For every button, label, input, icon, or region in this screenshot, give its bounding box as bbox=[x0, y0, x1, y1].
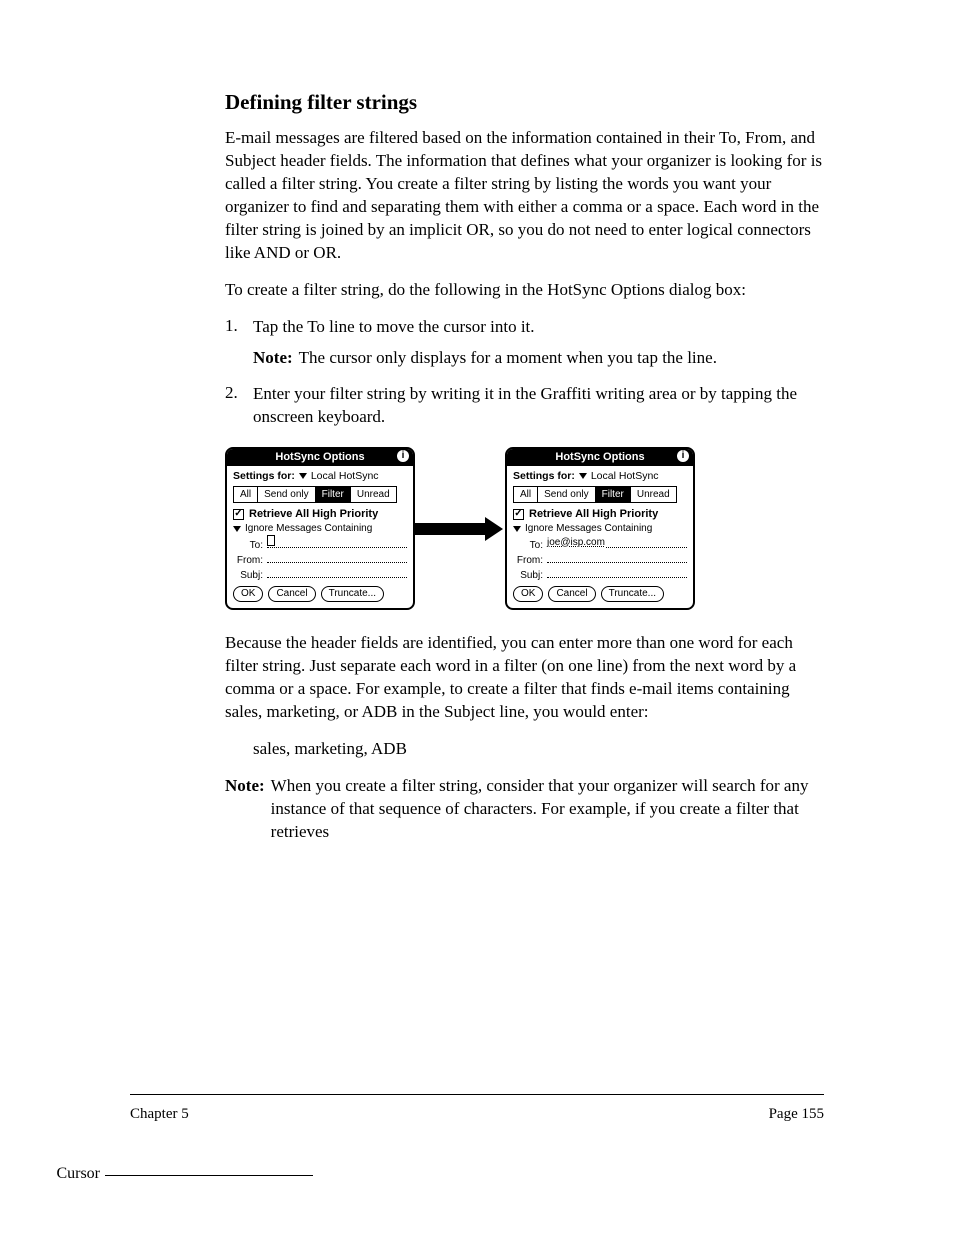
footer-left: Chapter 5 bbox=[130, 1106, 189, 1123]
cancel-button[interactable]: Cancel bbox=[268, 586, 315, 602]
settings-for-row: Settings for: Local HotSync bbox=[513, 470, 687, 482]
dropdown-label: Ignore Messages Containing bbox=[525, 523, 652, 534]
checkbox-icon[interactable]: ✓ bbox=[233, 509, 244, 520]
hotsync-dialog-right: HotSync Options i Settings for: Local Ho… bbox=[505, 447, 695, 610]
subj-input[interactable] bbox=[267, 568, 407, 578]
tab-all[interactable]: All bbox=[234, 487, 258, 502]
from-label: From: bbox=[513, 555, 547, 566]
footer-right: Page 155 bbox=[769, 1106, 824, 1123]
to-label: To: bbox=[513, 540, 547, 551]
tab-send-only[interactable]: Send only bbox=[538, 487, 595, 502]
ok-button[interactable]: OK bbox=[513, 586, 543, 602]
figure-row: HotSync Options i Settings for: Local Ho… bbox=[225, 447, 824, 610]
subj-label: Subj: bbox=[233, 570, 267, 581]
checkbox-icon[interactable]: ✓ bbox=[513, 509, 524, 520]
footer-rule bbox=[130, 1094, 824, 1095]
truncate-button[interactable]: Truncate... bbox=[321, 586, 384, 602]
text-cursor bbox=[267, 535, 275, 546]
filter-string-example: sales, marketing, ADB bbox=[253, 738, 824, 761]
from-input[interactable] bbox=[267, 553, 407, 563]
hotsync-dialog-left: HotSync Options i Settings for: Local Ho… bbox=[225, 447, 415, 610]
note-label: Note: bbox=[253, 347, 293, 370]
step-2: 2. Enter your filter string by writing i… bbox=[225, 383, 824, 429]
step-text: Enter your filter string by writing it i… bbox=[253, 383, 824, 429]
tab-all[interactable]: All bbox=[514, 487, 538, 502]
to-input[interactable]: joe@isp.com bbox=[547, 538, 687, 548]
subj-field-row: Subj: bbox=[513, 568, 687, 581]
ignore-messages-row[interactable]: Ignore Messages Containing bbox=[513, 523, 687, 534]
subj-field-row: Subj: bbox=[233, 568, 407, 581]
page-footer: Chapter 5 Page 155 bbox=[130, 1106, 824, 1123]
subj-label: Subj: bbox=[513, 570, 547, 581]
tab-bar: All Send only Filter Unread bbox=[513, 486, 677, 503]
ignore-messages-row[interactable]: Ignore Messages Containing bbox=[233, 523, 407, 534]
tab-send-only[interactable]: Send only bbox=[258, 487, 315, 502]
step-1: 1. Tap the To line to move the cursor in… bbox=[225, 316, 824, 339]
arrow-right-icon bbox=[415, 520, 505, 538]
from-label: From: bbox=[233, 555, 267, 566]
section-heading: Defining filter strings bbox=[225, 90, 824, 115]
step-1-note: Note: The cursor only displays for a mom… bbox=[253, 347, 824, 370]
truncate-button[interactable]: Truncate... bbox=[601, 586, 664, 602]
to-input[interactable] bbox=[267, 538, 407, 548]
settings-for-value[interactable]: Local HotSync bbox=[311, 470, 379, 482]
cancel-button[interactable]: Cancel bbox=[548, 586, 595, 602]
ok-button[interactable]: OK bbox=[233, 586, 263, 602]
step-number: 2. bbox=[225, 383, 253, 429]
paragraph-after-figure: Because the header fields are identified… bbox=[225, 632, 824, 724]
dropdown-label: Ignore Messages Containing bbox=[245, 523, 372, 534]
from-input[interactable] bbox=[547, 553, 687, 563]
to-field-row: To: joe@isp.com bbox=[513, 538, 687, 551]
button-row: OK Cancel Truncate... bbox=[233, 586, 407, 602]
procedure-heading: To create a filter string, do the follow… bbox=[225, 279, 824, 302]
tab-bar: All Send only Filter Unread bbox=[233, 486, 397, 503]
dropdown-triangle-icon bbox=[233, 526, 241, 532]
to-value: joe@isp.com bbox=[547, 537, 605, 548]
cursor-leader-line bbox=[105, 1175, 313, 1176]
settings-for-row: Settings for: Local HotSync bbox=[233, 470, 407, 482]
note-text: The cursor only displays for a moment wh… bbox=[299, 347, 717, 370]
dropdown-triangle-icon[interactable] bbox=[299, 473, 307, 479]
from-field-row: From: bbox=[513, 553, 687, 566]
tab-unread[interactable]: Unread bbox=[351, 487, 396, 502]
button-row: OK Cancel Truncate... bbox=[513, 586, 687, 602]
from-field-row: From: bbox=[233, 553, 407, 566]
step-text: Tap the To line to move the cursor into … bbox=[253, 316, 824, 339]
info-icon[interactable]: i bbox=[397, 450, 409, 462]
dialog-title: HotSync Options i bbox=[227, 449, 413, 466]
note-label: Note: bbox=[225, 775, 265, 844]
tab-filter[interactable]: Filter bbox=[596, 487, 631, 502]
step-number: 1. bbox=[225, 316, 253, 339]
checkbox-label: Retrieve All High Priority bbox=[249, 508, 378, 520]
paragraph-intro: E-mail messages are filtered based on th… bbox=[225, 127, 824, 265]
retrieve-priority-row: ✓ Retrieve All High Priority bbox=[513, 508, 687, 520]
dropdown-triangle-icon[interactable] bbox=[579, 473, 587, 479]
tab-filter[interactable]: Filter bbox=[316, 487, 351, 502]
checkbox-label: Retrieve All High Priority bbox=[529, 508, 658, 520]
to-label: To: bbox=[233, 540, 267, 551]
to-field-row: To: bbox=[233, 538, 407, 551]
settings-for-value[interactable]: Local HotSync bbox=[591, 470, 659, 482]
note-text: When you create a filter string, conside… bbox=[271, 775, 824, 844]
closing-note: Note: When you create a filter string, c… bbox=[225, 775, 824, 844]
cursor-label: Cursor bbox=[50, 1165, 100, 1183]
dropdown-triangle-icon bbox=[513, 526, 521, 532]
dialog-title: HotSync Options i bbox=[507, 449, 693, 466]
info-icon[interactable]: i bbox=[677, 450, 689, 462]
tab-unread[interactable]: Unread bbox=[631, 487, 676, 502]
subj-input[interactable] bbox=[547, 568, 687, 578]
retrieve-priority-row: ✓ Retrieve All High Priority bbox=[233, 508, 407, 520]
